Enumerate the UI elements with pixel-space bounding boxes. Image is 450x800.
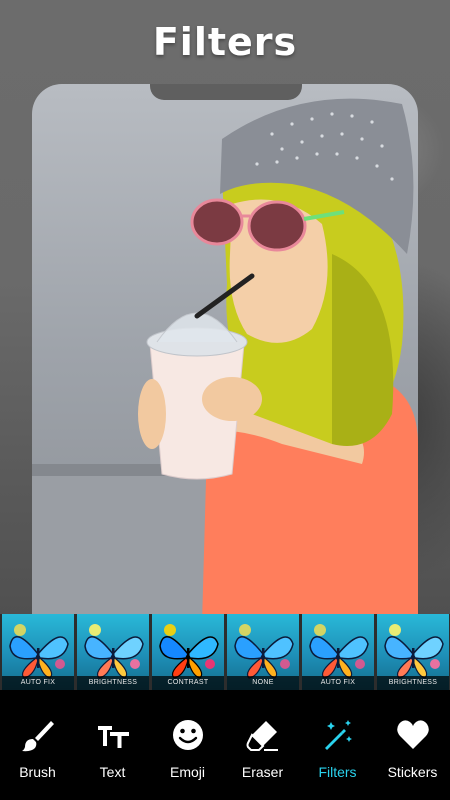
tool-emoji-button[interactable]: Emoji <box>150 690 225 780</box>
photo-canvas[interactable] <box>32 84 418 624</box>
tool-label: Brush <box>19 764 56 780</box>
tool-label: Eraser <box>241 764 284 780</box>
eraser-icon <box>244 716 282 754</box>
tool-filters-button[interactable]: Filters <box>300 690 375 780</box>
heart-icon <box>394 716 432 754</box>
filter-label: BRIGHTNESS <box>377 676 449 690</box>
filter-thumb[interactable]: NONE <box>227 614 299 690</box>
filter-label: BRIGHTNESS <box>77 676 149 690</box>
tool-text-button[interactable]: Text <box>75 690 150 780</box>
phone-notch <box>150 84 302 100</box>
filter-thumb[interactable]: CONTRAST <box>152 614 224 690</box>
tool-label: Stickers <box>387 764 438 780</box>
filter-thumb[interactable]: AUTO FIX <box>302 614 374 690</box>
edited-photo <box>32 98 418 624</box>
text-icon <box>94 716 132 754</box>
filter-thumb[interactable]: BRIGHTNESS <box>377 614 449 690</box>
magic-wand-icon <box>319 716 357 754</box>
tool-label: Emoji <box>169 764 205 780</box>
filter-label: AUTO FIX <box>302 676 374 690</box>
tool-brush-button[interactable]: Brush <box>0 690 75 780</box>
tool-eraser-button[interactable]: Eraser <box>225 690 300 780</box>
filter-strip[interactable]: AUTO FIX BRIGHTNESS CONTRAST NONE AUTO F… <box>0 614 450 690</box>
filter-label: CONTRAST <box>152 676 224 690</box>
tool-label: Text <box>99 764 126 780</box>
filter-label: AUTO FIX <box>2 676 74 690</box>
brush-icon <box>19 716 57 754</box>
tool-stickers-button[interactable]: Stickers <box>375 690 450 780</box>
filter-label: NONE <box>227 676 299 690</box>
tool-label: Filters <box>318 764 357 780</box>
emoji-icon <box>169 716 207 754</box>
filter-thumb[interactable]: BRIGHTNESS <box>77 614 149 690</box>
page-title: Filters <box>152 20 298 64</box>
bottom-toolbar: Brush Text Emoji Eraser Filters Stickers <box>0 690 450 800</box>
filter-thumb[interactable]: AUTO FIX <box>2 614 74 690</box>
